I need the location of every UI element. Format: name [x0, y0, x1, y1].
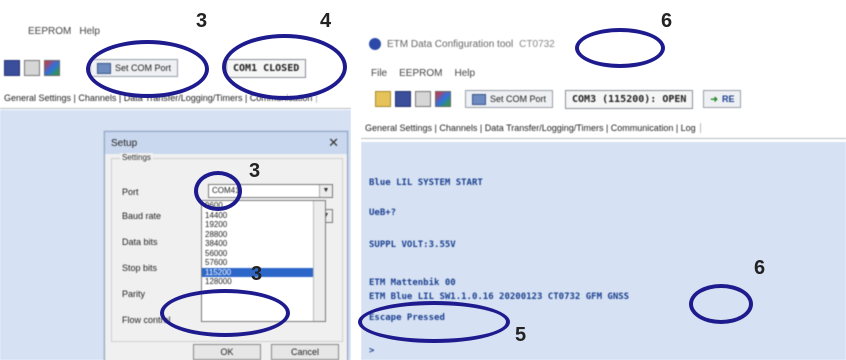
- step-number-label: 5: [515, 324, 527, 346]
- set-com-port-button[interactable]: Set COM Port: [90, 59, 179, 77]
- ok-button[interactable]: OK: [193, 344, 261, 360]
- terminal-line: ETM Mattenbik 00: [369, 278, 456, 288]
- baud-option[interactable]: 128000: [202, 277, 325, 287]
- terminal-output: Blue LIL SYSTEM START UeB+? SUPPL VOLT:3…: [361, 142, 846, 360]
- menu-help[interactable]: Help: [79, 26, 100, 37]
- right-menubar: File EEPROM Help: [371, 68, 475, 79]
- window-title-suffix: CT0732: [519, 38, 555, 50]
- flow-control-label: Flow control: [122, 315, 171, 325]
- baud-option[interactable]: 57600: [202, 258, 325, 268]
- baud-option[interactable]: 19200: [202, 220, 325, 230]
- baud-rate-label: Baud rate: [122, 211, 162, 221]
- save-icon[interactable]: [4, 60, 20, 76]
- stop-bits-label: Stop bits: [122, 263, 158, 273]
- step-number-label: 3: [251, 263, 263, 285]
- left-toolbar: Set COM Port COM1 CLOSED: [0, 48, 307, 88]
- baud-option[interactable]: 14400: [202, 211, 325, 221]
- data-bits-label: Data bits: [122, 237, 158, 247]
- close-icon[interactable]: ✕: [328, 135, 339, 151]
- setup-title-bar: Setup ✕: [105, 132, 347, 154]
- left-screenshot-panel: EEPROM Help Set COM Port COM1 CLOSED Gen…: [0, 0, 351, 360]
- arrow-right-icon: ➜: [710, 93, 718, 104]
- settings-group-label: Settings: [120, 153, 153, 162]
- terminal-line: UeB+?: [369, 208, 397, 218]
- edit-icon[interactable]: [24, 60, 40, 76]
- right-toolbar: Set COM Port COM3 (115200): OPEN ➜ RE: [361, 86, 742, 112]
- right-tab-bar[interactable]: General Settings | Channels | Data Trans…: [361, 118, 846, 139]
- port-label: Port: [122, 187, 139, 197]
- computer-icon: [97, 62, 111, 74]
- step-number-label: 4: [320, 10, 332, 32]
- dropdown-scrollbar[interactable]: [313, 201, 325, 321]
- baud-option[interactable]: 38400: [202, 239, 325, 249]
- menu-eeprom[interactable]: EEPROM: [28, 26, 71, 37]
- baud-option[interactable]: 28800: [202, 230, 325, 240]
- setup-dialog: Setup ✕ Settings Port COM41 ▼ Baud rate …: [104, 131, 348, 360]
- set-com-port-label: Set COM Port: [115, 63, 172, 73]
- setup-title: Setup: [111, 137, 138, 149]
- port-value: COM41: [212, 186, 240, 195]
- menu-eeprom[interactable]: EEPROM: [399, 68, 442, 79]
- terminal-line: Escape Pressed: [369, 313, 445, 323]
- computer-icon: [472, 93, 486, 105]
- edit-icon[interactable]: [415, 91, 431, 107]
- port-select[interactable]: COM41 ▼: [208, 184, 333, 198]
- left-tabs-text[interactable]: General Settings | Channels | Data Trans…: [0, 93, 318, 103]
- palette-icon[interactable]: [44, 60, 60, 76]
- set-com-port-button[interactable]: Set COM Port: [465, 90, 554, 108]
- menu-help[interactable]: Help: [454, 68, 475, 79]
- terminal-line: Blue LIL SYSTEM START: [369, 178, 483, 188]
- window-title: ETM Data Configuration tool: [387, 38, 514, 50]
- right-screenshot-panel: ETM Data Configuration tool CT0732 File …: [361, 0, 846, 360]
- menu-file[interactable]: File: [371, 68, 387, 79]
- reset-button[interactable]: ➜ RE: [703, 90, 742, 108]
- step-number-label: 6: [661, 10, 673, 32]
- step-number-label: 6: [754, 257, 766, 279]
- com-status-box: COM3 (115200): OPEN: [565, 89, 694, 109]
- chevron-down-icon[interactable]: ▼: [319, 185, 332, 197]
- cancel-button[interactable]: Cancel: [271, 344, 339, 360]
- terminal-prompt: >: [369, 346, 375, 356]
- step-number-label: 3: [249, 160, 261, 182]
- title-bar: ETM Data Configuration tool CT0732: [369, 38, 555, 50]
- step-number-label: 3: [196, 10, 208, 32]
- terminal-line: SUPPL VOLT:3.55V: [369, 240, 456, 250]
- com-status-box: COM1 CLOSED: [226, 58, 307, 78]
- folder-open-icon[interactable]: [375, 91, 391, 107]
- save-icon[interactable]: [395, 91, 411, 107]
- app-logo-icon: [369, 38, 381, 50]
- terminal-line: ETM Blue LIL SW1.1.0.16 20200123 CT0732 …: [369, 292, 630, 302]
- baud-option[interactable]: 56000: [202, 249, 325, 259]
- set-com-port-label: Set COM Port: [490, 94, 547, 104]
- right-tabs-text[interactable]: General Settings | Channels | Data Trans…: [361, 123, 701, 133]
- baud-option[interactable]: 9600: [202, 201, 325, 211]
- baud-option-selected[interactable]: 115200: [202, 267, 325, 277]
- reset-button-label: RE: [721, 94, 735, 104]
- parity-label: Parity: [122, 289, 146, 299]
- left-tab-bar[interactable]: General Settings | Channels | Data Trans…: [0, 88, 351, 109]
- baud-rate-dropdown-list[interactable]: 9600 14400 19200 28800 38400 56000 57600…: [201, 200, 326, 322]
- palette-icon[interactable]: [435, 91, 451, 107]
- left-menubar: EEPROM Help: [28, 26, 100, 37]
